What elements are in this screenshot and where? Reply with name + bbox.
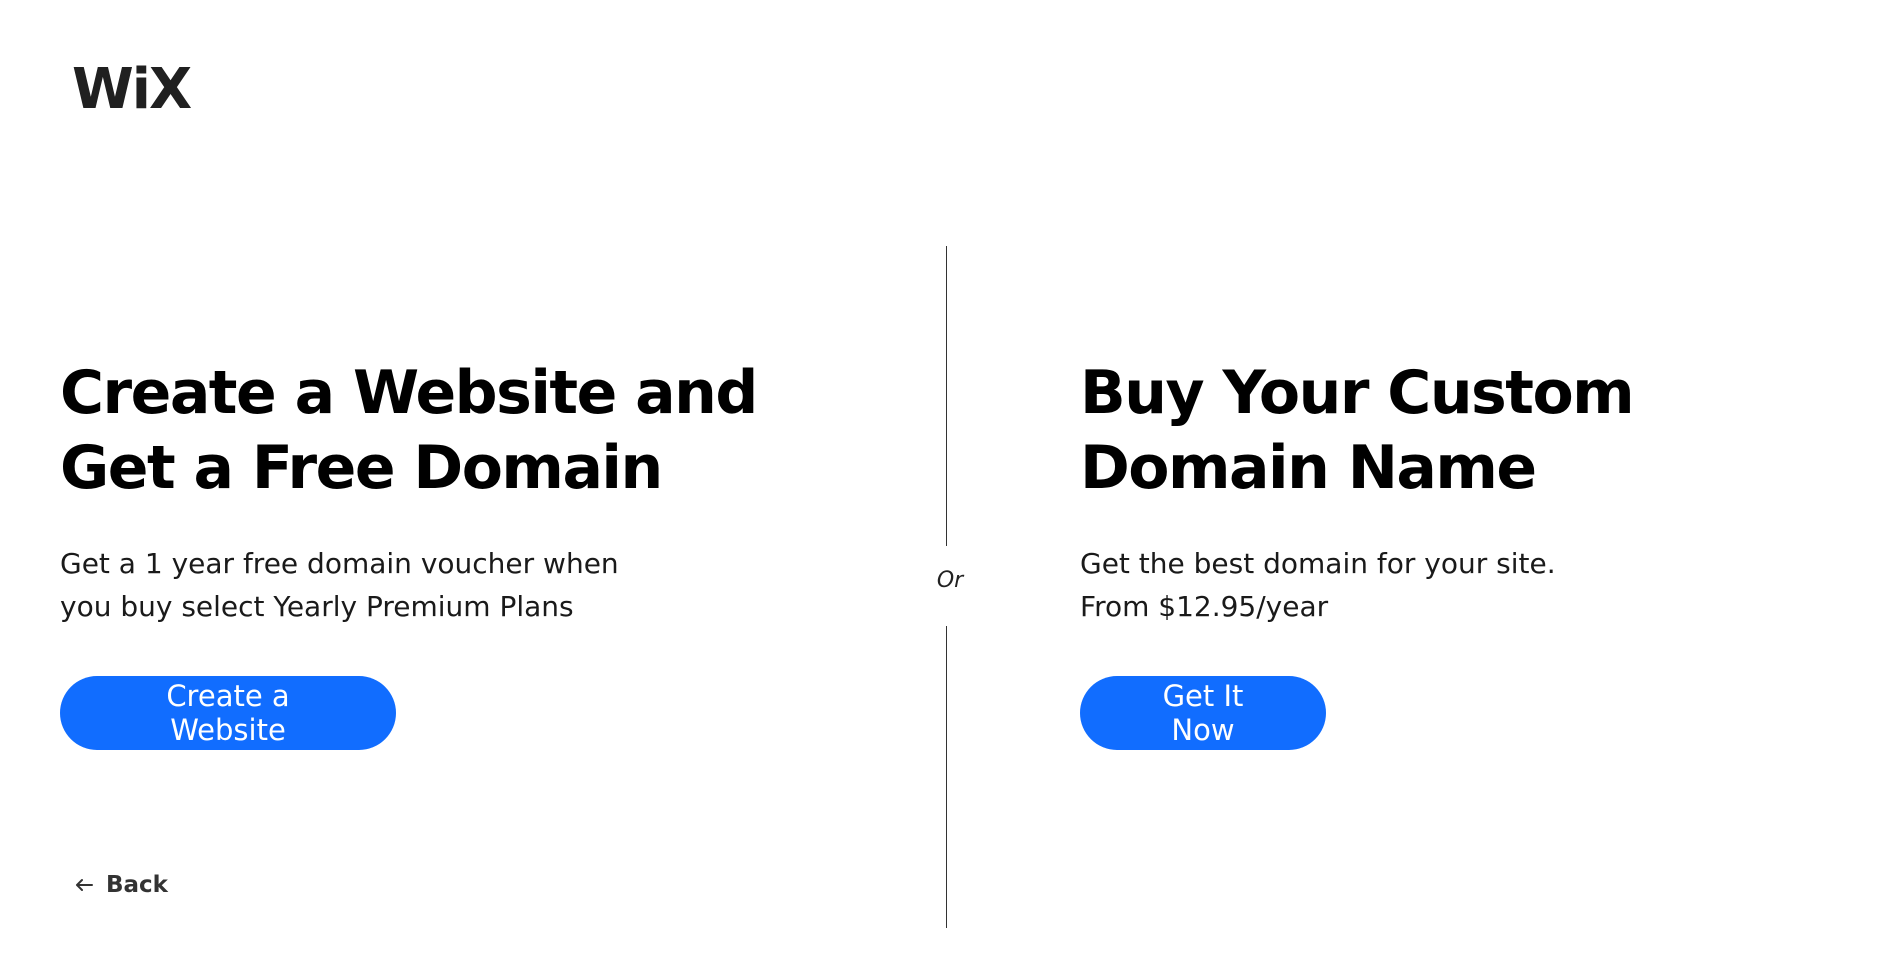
buy-domain-panel: Buy Your Custom Domain Name Get the best… — [1080, 356, 1840, 628]
or-label: Or — [936, 568, 964, 593]
create-website-headline-line1: Create a Website and — [60, 358, 758, 428]
create-website-description-line1: Get a 1 year free domain voucher when — [60, 547, 619, 580]
create-website-headline-line2: Get a Free Domain — [60, 433, 663, 503]
page: WiX Create a Website and Get a Free Doma… — [0, 0, 1894, 964]
wix-logo[interactable]: WiX — [72, 62, 192, 118]
buy-domain-description: Get the best domain for your site. From … — [1080, 542, 1840, 628]
buy-domain-headline: Buy Your Custom Domain Name — [1080, 356, 1840, 506]
back-button[interactable]: Back — [74, 872, 168, 898]
create-website-headline: Create a Website and Get a Free Domain — [60, 356, 820, 506]
create-website-button[interactable]: Create a Website — [60, 676, 396, 750]
buy-domain-headline-line2: Domain Name — [1080, 433, 1537, 503]
buy-domain-description-line1: Get the best domain for your site. — [1080, 547, 1556, 580]
get-it-now-button[interactable]: Get It Now — [1080, 676, 1326, 750]
create-website-description-line2: you buy select Yearly Premium Plans — [60, 590, 574, 623]
create-website-description: Get a 1 year free domain voucher when yo… — [60, 542, 820, 628]
divider-line-top — [946, 246, 947, 546]
buy-domain-price: From $12.95/year — [1080, 590, 1329, 623]
arrow-left-icon — [74, 877, 94, 893]
create-website-panel: Create a Website and Get a Free Domain G… — [60, 356, 820, 628]
buy-domain-headline-line1: Buy Your Custom — [1080, 358, 1635, 428]
back-label: Back — [106, 872, 168, 898]
divider-line-bottom — [946, 626, 947, 928]
